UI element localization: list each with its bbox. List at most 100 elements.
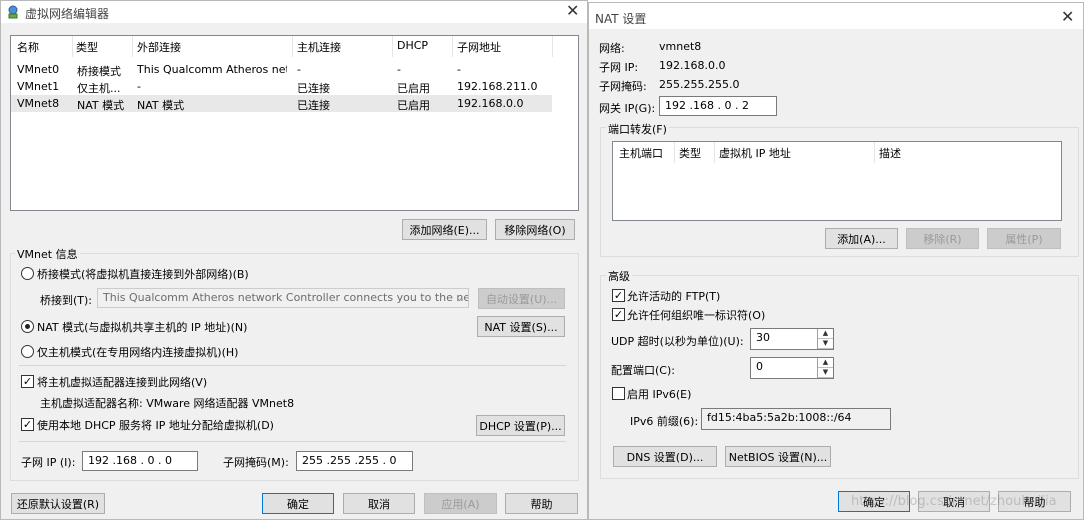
table-cell: 已连接	[297, 82, 330, 95]
nat-settings-button[interactable]: NAT 设置(S)...	[477, 316, 565, 337]
remove-port-button[interactable]: 移除(R)	[906, 228, 979, 249]
right-window-title: NAT 设置	[595, 12, 647, 26]
dns-settings-button[interactable]: DNS 设置(D)...	[613, 446, 717, 467]
udp-timeout-label: UDP 超时(以秒为单位)(U):	[611, 335, 744, 348]
table-cell: VMnet0	[17, 63, 60, 76]
left-window-title: 虚拟网络编辑器	[25, 7, 110, 21]
table-row[interactable]: VMnet0 桥接模式 This Qualcomm Atheros net...…	[11, 61, 556, 78]
col-header-name[interactable]: 名称	[17, 39, 39, 55]
nat-mode-radio[interactable]	[21, 320, 34, 333]
bridge-mode-radio[interactable]	[21, 267, 34, 280]
connect-adapter-checkbox[interactable]: ✓	[21, 375, 34, 388]
table-cell: VMnet1	[17, 80, 60, 93]
subnet-ip-label: 子网 IP:	[599, 61, 639, 74]
subnet-mask-label: 子网掩码(M):	[223, 456, 289, 469]
dhcp-settings-button[interactable]: DHCP 设置(P)...	[476, 415, 565, 436]
table-cell: -	[397, 63, 401, 76]
table-cell: NAT 模式	[137, 99, 185, 112]
subnet-ip-value: 192.168.0.0	[659, 59, 726, 72]
table-cell: 已启用	[397, 82, 430, 95]
config-port-value: 0	[756, 360, 763, 373]
col-header-external[interactable]: 外部连接	[137, 39, 181, 55]
network-value: vmnet8	[659, 40, 702, 53]
enable-ipv6-label[interactable]: 启用 IPv6(E)	[627, 386, 691, 402]
host-only-label[interactable]: 仅主机模式(在专用网络内连接虚拟机)(H)	[37, 344, 238, 360]
col-header-type[interactable]: 类型	[76, 39, 98, 55]
ipv6-prefix-field[interactable]: fd15:4ba5:5a2b:1008::/64	[701, 408, 891, 430]
gateway-ip-field[interactable]: 192 .168 . 0 . 2	[659, 96, 777, 116]
divider	[19, 365, 566, 366]
udp-timeout-stepper[interactable]: ▲ ▼	[817, 329, 833, 349]
left-titlebar: 虚拟网络编辑器 ✕	[1, 1, 587, 23]
port-forwarding-table: 主机端口 类型 虚拟机 IP 地址 描述	[612, 141, 1062, 221]
ipv6-prefix-label: IPv6 前缀(6):	[630, 415, 699, 428]
enable-ipv6-checkbox[interactable]	[612, 387, 625, 400]
chevron-down-icon: ⌄	[454, 291, 464, 304]
table-cell: NAT 模式	[77, 99, 125, 112]
vmnet-info-title: VMnet 信息	[15, 246, 80, 262]
adapter-name-text: 主机虚拟适配器名称: VMware 网络适配器 VMnet8	[40, 397, 295, 410]
pf-col-vm-ip[interactable]: 虚拟机 IP 地址	[719, 145, 791, 161]
col-header-dhcp[interactable]: DHCP	[397, 39, 428, 52]
config-port-label: 配置端口(C):	[611, 364, 675, 377]
add-network-button[interactable]: 添加网络(E)...	[402, 219, 487, 240]
table-cell: This Qualcomm Atheros net...	[137, 63, 287, 76]
netbios-settings-button[interactable]: NetBIOS 设置(N)...	[725, 446, 831, 467]
network-table: 名称 类型 外部连接 主机连接 DHCP 子网地址 VMnet0 桥接模式 Th…	[10, 35, 579, 211]
bridge-mode-label[interactable]: 桥接模式(将虚拟机直接连接到外部网络)(B)	[37, 266, 249, 282]
udp-timeout-field[interactable]: 30 ▲ ▼	[750, 328, 834, 350]
add-port-button[interactable]: 添加(A)...	[825, 228, 898, 249]
ok-button[interactable]: 确定	[262, 493, 334, 514]
gateway-label: 网关 IP(G):	[599, 102, 656, 115]
apply-button[interactable]: 应用(A)	[424, 493, 497, 514]
nat-mode-label[interactable]: NAT 模式(与虚拟机共享主机的 IP 地址)(N)	[37, 319, 247, 335]
pf-col-description[interactable]: 描述	[879, 145, 901, 161]
col-header-host[interactable]: 主机连接	[297, 39, 341, 55]
table-cell: 192.168.0.0	[457, 97, 524, 110]
subnet-mask-field[interactable]: 255 .255 .255 . 0	[296, 451, 413, 471]
virtual-network-editor-window: 虚拟网络编辑器 ✕ 名称 类型 外部连接 主机连接 DHCP 子网地址 VMne…	[0, 0, 588, 520]
subnet-ip-label: 子网 IP (I):	[21, 456, 76, 469]
network-globe-icon	[6, 5, 20, 19]
close-icon[interactable]: ✕	[1061, 9, 1074, 25]
advanced-title: 高级	[606, 268, 632, 284]
connect-adapter-label[interactable]: 将主机虚拟适配器连接到此网络(V)	[37, 374, 207, 390]
nat-settings-window: NAT 设置 ✕ 网络: vmnet8 子网 IP: 192.168.0.0 子…	[588, 2, 1084, 520]
close-icon[interactable]: ✕	[566, 3, 579, 19]
auto-settings-button[interactable]: 自动设置(U)...	[478, 288, 565, 309]
port-forwarding-title: 端口转发(F)	[606, 121, 669, 137]
network-label: 网络:	[599, 42, 625, 55]
right-titlebar: NAT 设置 ✕	[589, 3, 1083, 29]
allow-oui-label[interactable]: 允许任何组织唯一标识符(O)	[627, 307, 765, 323]
table-cell: -	[297, 63, 301, 76]
table-cell: -	[457, 63, 461, 76]
bridge-to-value: This Qualcomm Atheros network Controller…	[103, 291, 469, 304]
use-dhcp-label[interactable]: 使用本地 DHCP 服务将 IP 地址分配给虚拟机(D)	[37, 417, 274, 433]
remove-network-button[interactable]: 移除网络(O)	[495, 219, 575, 240]
subnet-mask-label: 子网掩码:	[599, 80, 647, 93]
allow-ftp-label[interactable]: 允许活动的 FTP(T)	[627, 288, 720, 304]
bridge-to-select[interactable]: This Qualcomm Atheros network Controller…	[97, 288, 469, 308]
pf-col-host-port[interactable]: 主机端口	[619, 145, 663, 161]
cancel-button[interactable]: 取消	[343, 493, 415, 514]
help-button[interactable]: 帮助	[505, 493, 578, 514]
col-header-subnet[interactable]: 子网地址	[457, 39, 501, 55]
use-dhcp-checkbox[interactable]: ✓	[21, 418, 34, 431]
host-only-radio[interactable]	[21, 345, 34, 358]
table-cell: -	[137, 80, 141, 93]
config-port-field[interactable]: 0 ▲ ▼	[750, 357, 834, 379]
allow-oui-checkbox[interactable]: ✓	[612, 308, 625, 321]
table-cell: 已启用	[397, 99, 430, 112]
table-row-selected[interactable]: VMnet8 NAT 模式 NAT 模式 已连接 已启用 192.168.0.0	[11, 95, 552, 112]
subnet-mask-value: 255.255.255.0	[659, 78, 740, 91]
pf-col-type[interactable]: 类型	[679, 145, 701, 161]
allow-ftp-checkbox[interactable]: ✓	[612, 289, 625, 302]
bridge-to-label: 桥接到(T):	[40, 294, 93, 307]
table-cell: 仅主机...	[77, 82, 121, 95]
config-port-stepper[interactable]: ▲ ▼	[817, 358, 833, 378]
table-row[interactable]: VMnet1 仅主机... - 已连接 已启用 192.168.211.0	[11, 78, 556, 95]
table-cell: 192.168.211.0	[457, 80, 538, 93]
port-properties-button[interactable]: 属性(P)	[987, 228, 1061, 249]
restore-defaults-button[interactable]: 还原默认设置(R)	[11, 493, 105, 514]
subnet-ip-field[interactable]: 192 .168 . 0 . 0	[82, 451, 198, 471]
